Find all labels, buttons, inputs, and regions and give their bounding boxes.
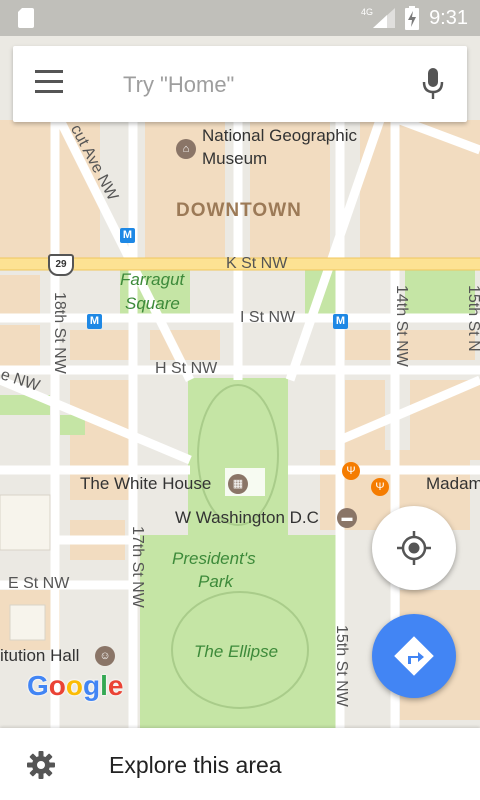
directions-button[interactable] — [372, 614, 456, 698]
metro-icon[interactable]: M — [333, 314, 348, 329]
my-location-button[interactable] — [372, 506, 456, 590]
google-logo: Google — [27, 670, 124, 701]
street-label-15th-top: 15th St N — [465, 285, 480, 352]
poi-white-house[interactable]: The White House — [80, 474, 211, 494]
explore-bar[interactable]: Explore this area — [0, 728, 480, 800]
restaurant-icon[interactable]: Ψ — [371, 478, 389, 496]
network-type: 4G — [361, 7, 374, 17]
sim-card-icon — [18, 8, 34, 28]
directions-icon — [394, 636, 434, 676]
search-input[interactable] — [121, 66, 415, 104]
hotel-icon[interactable]: ▬ — [337, 508, 357, 528]
street-label-h: H St NW — [155, 360, 218, 377]
street-label-18th: 18th St NW — [51, 292, 68, 374]
theater-icon[interactable]: ☺ — [95, 646, 115, 666]
street-label-14th: 14th St NW — [393, 285, 410, 367]
landmark-icon[interactable]: ▦ — [228, 474, 248, 494]
battery-charging-icon — [405, 6, 420, 30]
park-label-presidents-line1[interactable]: President's — [172, 549, 256, 569]
search-bar[interactable] — [13, 46, 467, 122]
poi-national-geographic-line1[interactable]: National Geographic — [202, 126, 357, 146]
signal-icon — [373, 8, 396, 28]
hamburger-menu-icon[interactable] — [35, 70, 65, 98]
street-label-17th: 17th St NW — [129, 526, 146, 608]
poi-constitution-hall[interactable]: itution Hall — [0, 646, 79, 666]
restaurant-icon[interactable]: Ψ — [342, 462, 360, 480]
route-shield: 29 — [48, 254, 74, 276]
park-label-farragut-line2[interactable]: Square — [125, 294, 180, 314]
street-label-15th: 15th St NW — [333, 625, 350, 707]
poi-madam[interactable]: Madam — [426, 474, 480, 494]
museum-icon[interactable]: ⌂ — [176, 139, 196, 159]
poi-w-washington[interactable]: W Washington D.C — [175, 508, 319, 528]
explore-label[interactable]: Explore this area — [109, 752, 282, 779]
street-label-e: E St NW — [8, 575, 70, 592]
metro-icon[interactable]: M — [120, 228, 135, 243]
clock: 9:31 — [429, 6, 468, 29]
metro-icon[interactable]: M — [87, 314, 102, 329]
park-label-ellipse[interactable]: The Ellipse — [194, 642, 278, 662]
microphone-icon[interactable] — [421, 68, 445, 102]
poi-national-geographic-line2[interactable]: Museum — [202, 149, 267, 169]
district-label: DOWNTOWN — [176, 200, 302, 221]
status-bar: 4G 9:31 — [0, 0, 480, 36]
street-label-i: I St NW — [240, 309, 296, 326]
park-label-presidents-line2[interactable]: Park — [198, 572, 233, 592]
my-location-icon — [397, 531, 431, 565]
gear-icon — [27, 751, 55, 779]
park-label-farragut-line1[interactable]: Farragut — [120, 270, 184, 290]
street-label-k: K St NW — [226, 255, 288, 272]
